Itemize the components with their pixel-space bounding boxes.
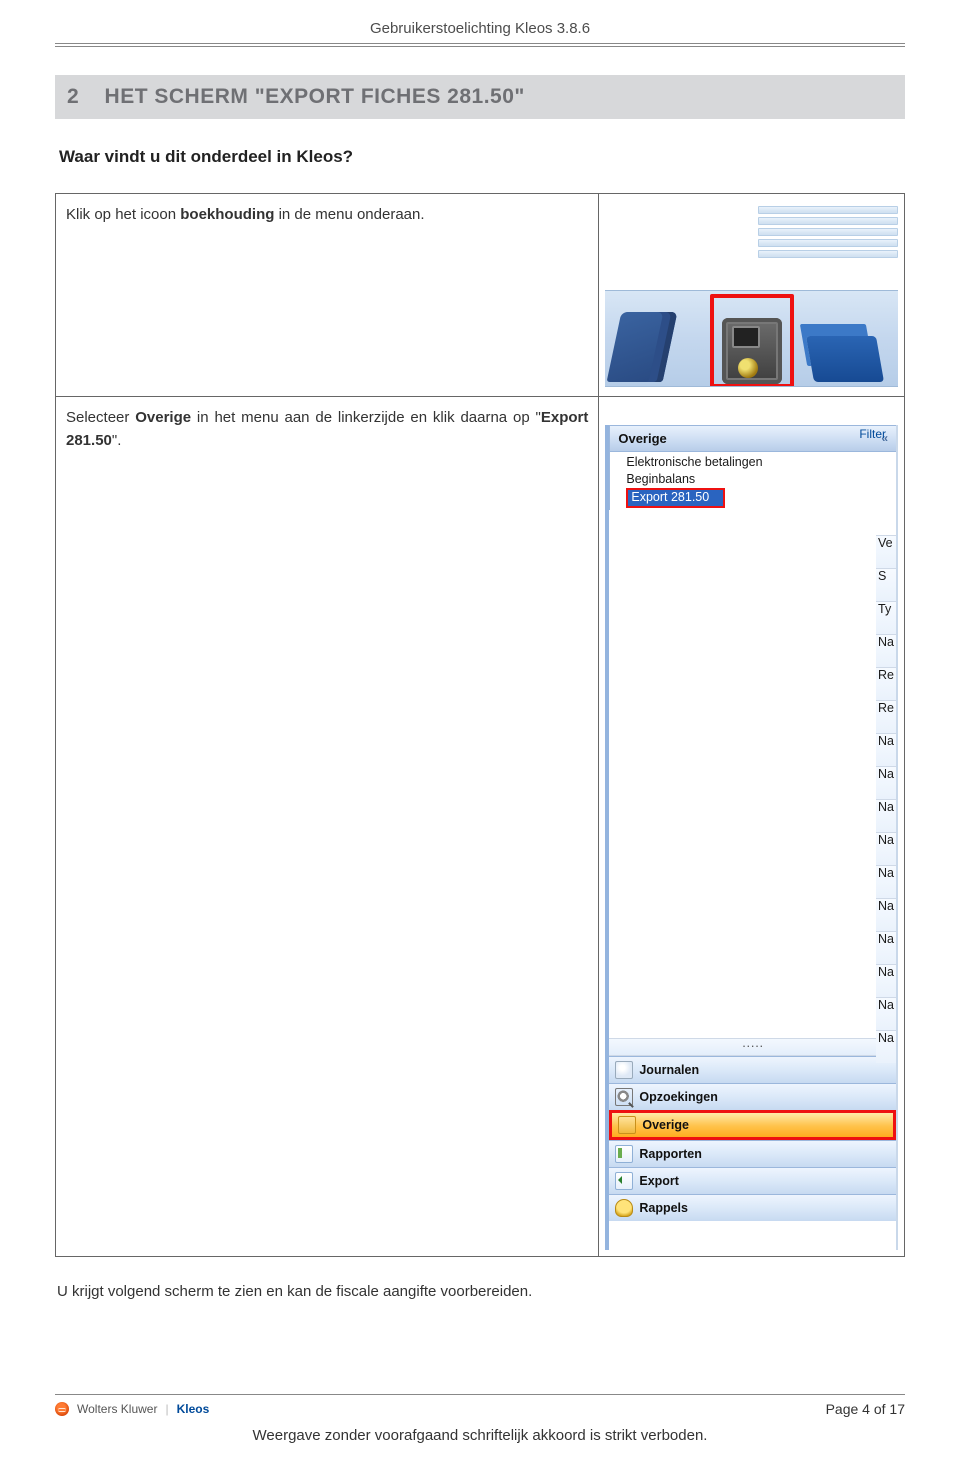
report-icon — [615, 1145, 633, 1163]
section-heading: 2 HET SCHERM "EXPORT FICHES 281.50" — [55, 75, 905, 119]
nav-rapporten[interactable]: Rapporten — [609, 1140, 896, 1167]
toolbar-strip — [605, 290, 898, 387]
journal-icon — [615, 1061, 633, 1079]
steps-table: Klik op het icoon boekhouding in de menu… — [55, 193, 905, 1257]
boekhouding-icon[interactable] — [710, 294, 794, 387]
footer-brand: Wolters Kluwer | Kleos — [55, 1402, 209, 1416]
search-icon — [615, 1088, 633, 1106]
grid-column-fragments: Ve S Ty Na Re Re Na Na Na Na Na Na Na Na — [876, 535, 896, 1063]
page-footer: Wolters Kluwer | Kleos Page 4 of 17 Weer… — [55, 1394, 905, 1444]
box-icon[interactable] — [810, 306, 890, 386]
page-number: Page 4 of 17 — [826, 1401, 905, 1417]
header-rule — [55, 43, 905, 47]
folders-icon[interactable] — [614, 306, 694, 386]
subitem-elektronische-betalingen[interactable]: Elektronische betalingen — [626, 454, 896, 471]
step-1-visual — [599, 194, 905, 397]
document-title: Gebruikerstoelichting Kleos 3.8.6 — [55, 20, 905, 37]
wolters-kluwer-logo-icon — [55, 1402, 69, 1416]
section-intro: Waar vindt u dit onderdeel in Kleos? — [55, 147, 905, 167]
section-title: HET SCHERM "EXPORT FICHES 281.50" — [105, 85, 525, 108]
brand-separator: | — [165, 1402, 168, 1416]
nav-overige[interactable]: Overige — [609, 1110, 896, 1140]
section-number: 2 — [67, 85, 79, 108]
nav-export[interactable]: Export — [609, 1167, 896, 1194]
filter-label[interactable]: Filter — [859, 427, 886, 441]
subitem-beginbalans[interactable]: Beginbalans — [626, 471, 896, 488]
panel-heading-overige[interactable]: Overige « — [609, 425, 896, 452]
resize-handle[interactable]: ····· — [609, 1038, 896, 1056]
papers-decoration — [728, 200, 898, 286]
nav-journalen[interactable]: Journalen — [609, 1056, 896, 1083]
step-1-text: Klik op het icoon boekhouding in de menu… — [56, 194, 599, 397]
brand-wolters-kluwer: Wolters Kluwer — [77, 1402, 157, 1416]
folder-icon — [618, 1116, 636, 1134]
brand-kleos: Kleos — [177, 1402, 210, 1416]
step-2-text: Selecteer Overige in het menu aan de lin… — [56, 397, 599, 1257]
subitem-export-28150[interactable]: Export 281.50 — [626, 488, 725, 508]
nav-opzoekingen[interactable]: Opzoekingen — [609, 1083, 896, 1110]
bell-icon — [615, 1199, 633, 1217]
footer-disclaimer: Weergave zonder voorafgaand schriftelijk… — [55, 1427, 905, 1444]
panel-sublist: Elektronische betalingen Beginbalans Exp… — [609, 452, 896, 510]
step-2-visual: Filter Overige « Elektronische betalinge… — [599, 397, 905, 1257]
after-steps-text: U krijgt volgend scherm te zien en kan d… — [55, 1283, 905, 1300]
nav-rappels[interactable]: Rappels — [609, 1194, 896, 1221]
export-icon — [615, 1172, 633, 1190]
